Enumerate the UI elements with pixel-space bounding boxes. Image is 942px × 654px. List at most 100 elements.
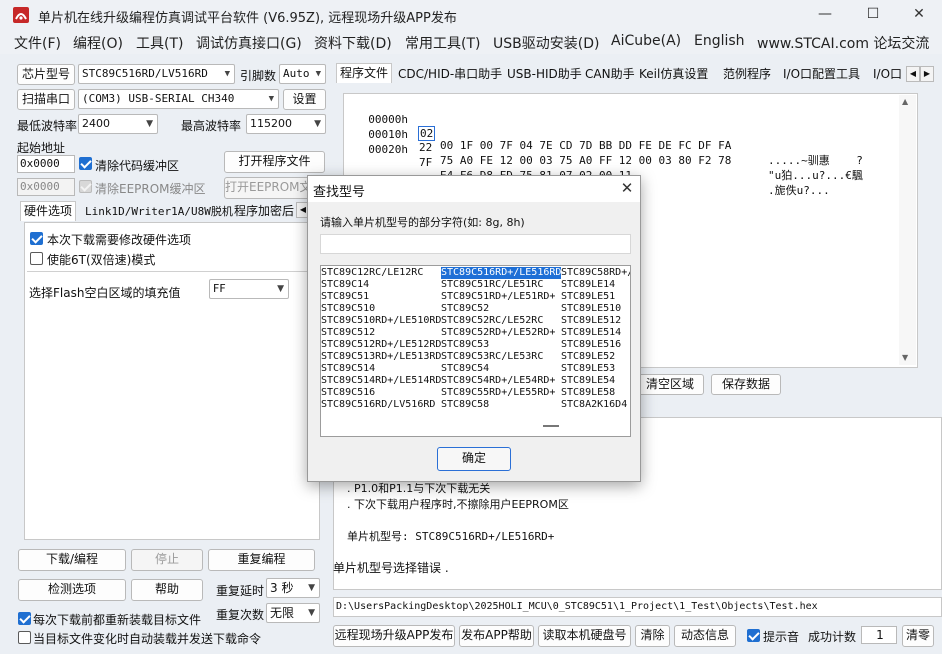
tab-usb-hid[interactable]: USB-HID助手 [504,65,585,85]
close-window-button[interactable]: ✕ [896,0,942,30]
tab-scroll-right-icon[interactable]: ▶ [920,66,934,82]
model-option[interactable]: STC89C514 [321,363,375,375]
eeprom-address-input[interactable]: 0x0000 [17,178,75,196]
open-eeprom-file-button[interactable]: 打开EEPROM文件 [224,177,314,199]
repeat-delay-select[interactable]: 3 秒 ▼ [266,578,320,598]
menu-downloads[interactable]: 资料下载(D) [314,33,392,53]
max-baud-select[interactable]: 115200 ▼ [246,114,326,134]
model-option[interactable]: STC89C54 [441,363,489,375]
menu-debug[interactable]: 调试仿真接口(G) [196,33,302,53]
scroll-up-icon[interactable]: ▲ [902,97,908,106]
menu-usb-driver[interactable]: USB驱动安装(D) [493,33,599,53]
menu-forum[interactable]: www.STCAI.com 论坛交流 [757,33,929,53]
model-option[interactable]: STC89C14 [321,279,369,291]
model-option[interactable]: STC89C510RD+/LE510RD [321,315,441,327]
model-option[interactable]: STC89LE51 [561,291,615,303]
serial-port-select[interactable]: (COM3) USB-SERIAL CH340 ▼ [78,89,279,109]
model-option[interactable]: STC89C512RD+/LE512RD [321,339,441,351]
model-option[interactable]: STC89C51RC/LE51RC [441,279,543,291]
model-option[interactable]: STC89C53 [441,339,489,351]
model-option[interactable]: STC89C54RD+/LE54RD+ [441,375,555,387]
repeat-count-select[interactable]: 无限 ▼ [266,603,320,623]
tab-can[interactable]: CAN助手 [582,65,638,85]
model-option[interactable]: STC89LE14 [561,279,615,291]
scan-port-button[interactable]: 扫描串口 [17,89,75,110]
model-option[interactable]: STC89LE52 [561,351,615,363]
model-option[interactable]: STC89C513RD+/LE513RD [321,351,441,363]
model-option[interactable]: STC89LE514 [561,327,621,339]
scroll-grip-icon[interactable] [543,425,559,427]
dynamic-info-button[interactable]: 动态信息 [674,625,736,647]
menu-program[interactable]: 编程(O) [73,33,123,53]
open-program-file-button[interactable]: 打开程序文件 [224,151,325,173]
model-option[interactable]: STC89C52RC/LE52RC [441,315,543,327]
model-option[interactable]: STC89C58RD+/ [561,267,630,279]
model-option[interactable]: STC89LE53 [561,363,615,375]
model-option[interactable]: STC89C514RD+/LE514RD [321,375,441,387]
chip-model-select[interactable]: STC89C516RD/LV516RD ▼ [78,64,235,84]
model-option[interactable]: STC89LE510 [561,303,621,315]
model-option[interactable]: STC89C51 [321,291,369,303]
model-option[interactable]: STC89C55RD+/LE55RD+ [441,387,555,399]
model-option[interactable]: STC89LE54 [561,375,615,387]
tab-cdc-serial[interactable]: CDC/HID-串口助手 [395,65,505,85]
detect-options-button[interactable]: 检测选项 [18,579,126,601]
close-icon[interactable]: ✕ [616,178,638,198]
tab-keil-sim[interactable]: Keil仿真设置 [636,65,711,85]
menu-common-tools[interactable]: 常用工具(T) [405,33,480,53]
clear-log-button[interactable]: 清除 [635,625,670,647]
model-option[interactable]: STC89LE516 [561,339,621,351]
stop-button[interactable]: 停止 [131,549,203,571]
model-option[interactable]: STC89C512 [321,327,375,339]
repeat-program-button[interactable]: 重复编程 [208,549,315,571]
publish-help-button[interactable]: 发布APP帮助 [459,625,534,647]
settings-button[interactable]: 设置 [283,89,326,110]
hex-selected-byte[interactable]: 02 [418,126,436,141]
min-baud-select[interactable]: 2400 ▼ [78,114,158,134]
ok-button[interactable]: 确定 [437,447,511,471]
model-option[interactable]: STC89C510 [321,303,375,315]
model-search-input[interactable] [320,234,631,254]
help-button[interactable]: 帮助 [131,579,203,601]
clear-eeprom-checkbox[interactable] [79,180,92,193]
chip-model-button[interactable]: 芯片型号 [17,64,75,85]
reload-before-download-checkbox[interactable] [18,612,31,625]
read-disk-id-button[interactable]: 读取本机硬盘号 [538,625,631,647]
enable-6t-checkbox[interactable] [30,252,43,265]
model-option[interactable]: STC89C53RC/LE53RC [441,351,543,363]
clear-area-button[interactable]: 清空区域 [636,374,704,395]
flash-fill-select[interactable]: FF ▼ [209,279,289,299]
model-option[interactable]: STC89C52 [441,303,489,315]
tab-offline-writer[interactable]: Link1D/Writer1A/U8W脱机 [82,202,236,222]
tab-io-config[interactable]: I/O口配置工具 [780,65,863,85]
publish-app-button[interactable]: 远程现场升级APP发布 [333,625,455,647]
model-option[interactable]: STC89C58 [441,399,489,411]
tab-examples[interactable]: 范例程序 [720,65,774,85]
beep-checkbox[interactable] [747,629,760,642]
minimize-button[interactable]: — [802,0,848,30]
modify-hardware-checkbox[interactable] [30,232,43,245]
model-list[interactable]: STC89C12RC/LE12RC STC89C14 STC89C51 STC89C5… [320,265,631,437]
clear-code-checkbox[interactable] [79,157,92,170]
menu-english[interactable]: English [694,33,745,49]
reset-count-button[interactable]: 清零 [902,625,934,647]
menu-file[interactable]: 文件(F) [14,33,61,53]
download-program-button[interactable]: 下载/编程 [18,549,126,571]
tab-program-file[interactable]: 程序文件 [336,63,393,83]
save-data-button[interactable]: 保存数据 [711,374,781,395]
model-option[interactable]: STC89C51RD+/LE51RD+ [441,291,555,303]
maximize-button[interactable]: ☐ [850,0,896,30]
menu-aicube[interactable]: AiCube(A) [611,33,681,49]
model-option-selected[interactable]: STC89C516RD+/LE516RD [441,267,562,279]
tab-encryption[interactable]: 程序加密后 [231,202,295,222]
tab-scroll-left-icon[interactable]: ◀ [906,66,920,82]
auto-send-checkbox[interactable] [18,631,31,644]
model-option[interactable]: STC89C516 [321,387,375,399]
hex-scrollbar[interactable]: ▲ ▼ [899,95,916,365]
model-option[interactable]: STC89LE512 [561,315,621,327]
code-address-input[interactable]: 0x0000 [17,155,75,173]
tab-hardware-options[interactable]: 硬件选项 [20,201,77,221]
model-option[interactable]: STC89C516RD/LV516RD [321,399,435,411]
pin-count-select[interactable]: Auto ▼ [279,64,326,84]
scroll-down-icon[interactable]: ▼ [902,353,908,362]
